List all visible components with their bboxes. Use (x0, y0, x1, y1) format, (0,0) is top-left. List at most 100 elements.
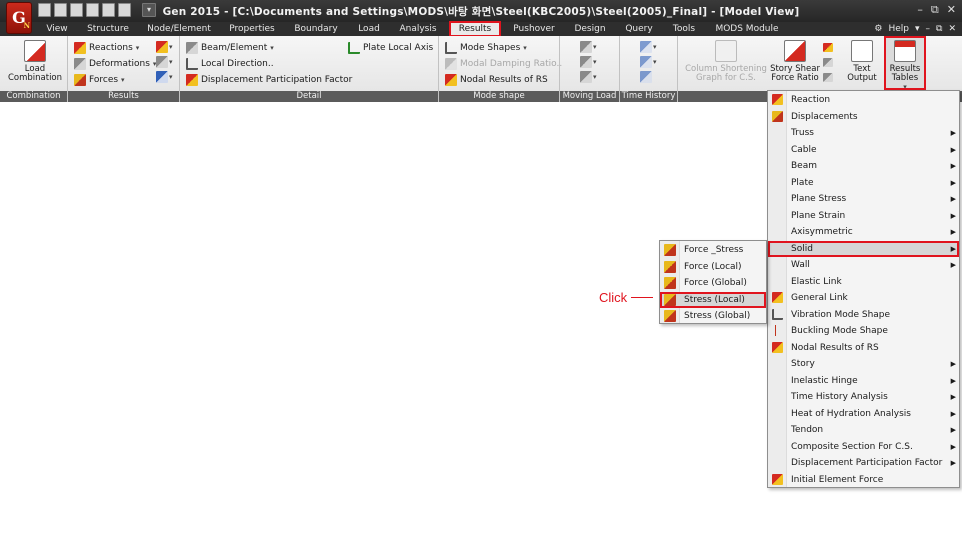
group-label-mode-shape: Mode shape (439, 91, 559, 102)
menu-item-displacement-participation[interactable]: Displacement Participation Factor ▶ (768, 455, 959, 471)
tab-results[interactable]: Results (449, 21, 501, 37)
local-direction-button[interactable]: Local Direction.. (186, 57, 274, 71)
minimize-icon[interactable]: – (917, 3, 923, 17)
ratio-graph-icon[interactable] (823, 41, 841, 53)
menu-item-plane-stress[interactable]: Plane Stress ▶ (768, 191, 959, 207)
displacement-participation-factor-button[interactable]: Displacement Participation Factor (186, 73, 352, 87)
tab-pushover[interactable]: Pushover (510, 22, 558, 36)
story-shear-force-ratio-button[interactable]: Story Shear Force Ratio (768, 40, 822, 83)
menu-item-initial-element-force[interactable]: Initial Element Force (768, 472, 959, 488)
group-moving-load: ▾ ▾ ▾ Moving Load (560, 36, 620, 102)
submenu-arrow-icon: ▶ (950, 426, 956, 434)
menu-item-reaction[interactable]: Reaction (768, 92, 959, 108)
beam-element-icon (186, 42, 198, 54)
time-history-text-icon[interactable]: ▾ (640, 56, 658, 68)
app-logo[interactable]: GN (6, 2, 32, 34)
chevron-down-icon[interactable]: ▾ (915, 24, 920, 34)
window-controls: – ⧉ ✕ (917, 3, 956, 17)
menu-item-tendon[interactable]: Tendon ▶ (768, 422, 959, 438)
menu-item-cable[interactable]: Cable ▶ (768, 142, 959, 158)
menu-item-composite-section[interactable]: Composite Section For C.S. ▶ (768, 439, 959, 455)
submenu-arrow-icon: ▶ (950, 211, 956, 220)
tab-mods-module[interactable]: MODS Module (712, 22, 782, 36)
stress-contour-icon[interactable]: ▾ (156, 71, 174, 83)
general-link-icon (772, 292, 783, 303)
submenu-item-stress-local[interactable]: Stress (Local) (660, 291, 766, 308)
moving-load-force-icon[interactable]: ▾ (580, 56, 598, 68)
tab-tools[interactable]: Tools (668, 22, 700, 36)
menu-item-plate[interactable]: Plate ▶ (768, 175, 959, 191)
group-label-results: Results (68, 91, 179, 102)
modal-damping-ratio-button[interactable]: Modal Damping Ratio.. (445, 57, 562, 71)
load-combination-button[interactable]: Load Combination (6, 40, 64, 83)
submenu-item-force-global[interactable]: Force (Global) (660, 275, 766, 291)
time-history-graph-icon[interactable]: ▾ (640, 41, 658, 53)
menu-item-solid[interactable]: Solid ▶ (768, 240, 959, 257)
ribbon-close-icon[interactable]: ✕ (948, 24, 956, 34)
menu-item-truss[interactable]: Truss ▶ (768, 125, 959, 141)
nodal-results-rs-button[interactable]: Nodal Results of RS (445, 73, 548, 87)
ribbon-restore-icon[interactable]: ⧉ (936, 24, 942, 34)
menu-item-vibration-mode-shape[interactable]: Vibration Mode Shape (768, 307, 959, 323)
submenu-item-stress-global[interactable]: Stress (Global) (660, 308, 766, 324)
text-output-button[interactable]: Text Output (844, 40, 880, 83)
submenu-arrow-icon: ▶ (950, 178, 956, 187)
ratio-doc-icon[interactable] (823, 71, 841, 83)
submenu-arrow-icon: ▶ (950, 376, 956, 385)
deformations-button[interactable]: Deformations ▾ (74, 57, 156, 71)
gear-icon[interactable]: ⚙ (874, 24, 882, 34)
group-combination: Load Combination Combination (0, 36, 68, 102)
submenu-arrow-icon: ▶ (950, 360, 956, 368)
menu-item-wall[interactable]: Wall ▶ (768, 257, 959, 273)
tab-analysis[interactable]: Analysis (396, 22, 440, 36)
menu-item-inelastic-hinge[interactable]: Inelastic Hinge ▶ (768, 373, 959, 389)
menu-item-story[interactable]: Story ▶ (768, 356, 959, 372)
close-icon[interactable]: ✕ (947, 3, 956, 17)
solid-force-local-icon (664, 260, 676, 273)
mode-shapes-button[interactable]: Mode Shapes ▾ (445, 41, 527, 55)
menu-item-plane-strain[interactable]: Plane Strain ▶ (768, 208, 959, 224)
menu-item-buckling-mode-shape[interactable]: Buckling Mode Shape (768, 323, 959, 339)
column-shortening-graph-button[interactable]: Column Shortening Graph for C.S. (684, 40, 768, 83)
reactions-icon (74, 42, 86, 54)
menu-item-axisymmetric[interactable]: Axisymmetric ▶ (768, 224, 959, 240)
tab-view[interactable]: View (40, 22, 74, 36)
submenu-item-force-local[interactable]: Force (Local) (660, 259, 766, 275)
submenu-item-force-stress[interactable]: Force _Stress (660, 242, 766, 258)
reactions-button[interactable]: Reactions ▾ (74, 41, 139, 55)
beam-diagram-icon[interactable]: ▾ (156, 41, 174, 53)
help-area: ⚙ Help ▾ – ⧉ ✕ (874, 22, 956, 36)
menu-item-general-link[interactable]: General Link (768, 290, 959, 306)
ratio-table-icon[interactable] (823, 56, 841, 68)
results-tables-button[interactable]: Results Tables ▾ (884, 36, 926, 91)
tab-query[interactable]: Query (622, 22, 656, 36)
submenu-arrow-icon: ▶ (950, 409, 956, 418)
solid-stress-global-icon (664, 310, 676, 322)
group-label-combination: Combination (0, 91, 67, 102)
restore-icon[interactable]: ⧉ (931, 3, 939, 17)
menu-item-elastic-link[interactable]: Elastic Link (768, 274, 959, 290)
truss-stress-icon[interactable]: ▾ (156, 56, 174, 68)
tab-node-element[interactable]: Node/Element (144, 22, 214, 36)
tab-boundary[interactable]: Boundary (290, 22, 342, 36)
modal-damping-icon (445, 58, 457, 70)
tab-properties[interactable]: Properties (226, 22, 278, 36)
ribbon-minimize-icon[interactable]: – (926, 24, 931, 34)
menu-item-beam[interactable]: Beam ▶ (768, 158, 959, 174)
forces-button[interactable]: Forces ▾ (74, 73, 125, 87)
beam-element-button[interactable]: Beam/Element ▾ (186, 41, 274, 55)
menu-item-nodal-results-rs[interactable]: Nodal Results of RS (768, 340, 959, 356)
tab-structure[interactable]: Structure (84, 22, 132, 36)
menu-item-heat-of-hydration[interactable]: Heat of Hydration Analysis ▶ (768, 406, 959, 422)
vibration-mode-icon (772, 308, 783, 320)
tab-design[interactable]: Design (572, 22, 608, 36)
time-history-function-icon[interactable] (640, 71, 658, 83)
tab-load[interactable]: Load (354, 22, 384, 36)
menu-item-time-history-analysis[interactable]: Time History Analysis ▶ (768, 389, 959, 405)
moving-load-vehicle-icon[interactable]: ▾ (580, 71, 598, 83)
moving-load-tracer-icon[interactable]: ▾ (580, 41, 598, 53)
menu-item-displacements[interactable]: Displacements (768, 109, 959, 125)
help-menu[interactable]: Help (888, 24, 909, 34)
nodal-results-rs-menu-icon (772, 341, 783, 353)
plate-local-axis-button[interactable]: Plate Local Axis (348, 41, 433, 55)
